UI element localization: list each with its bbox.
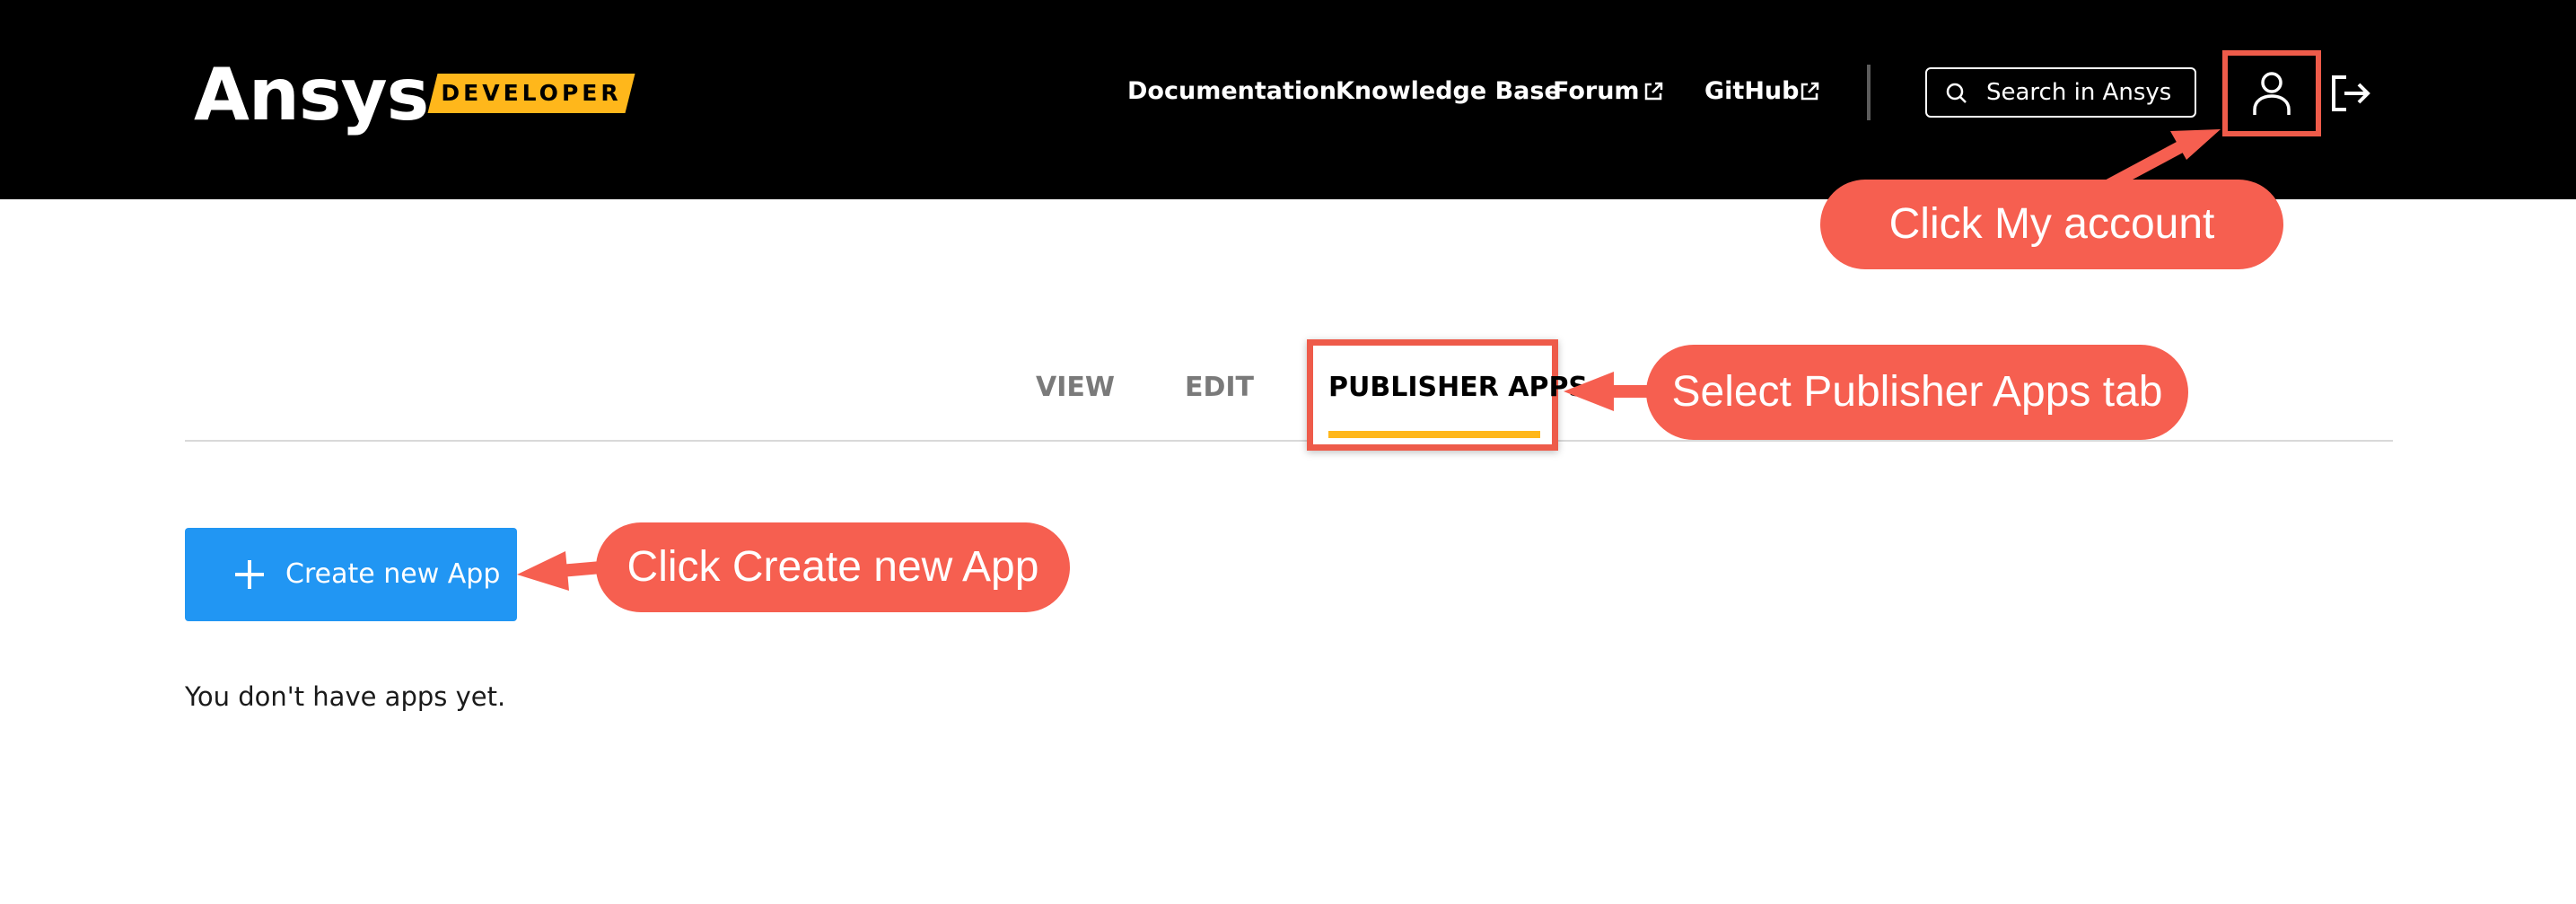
- logo-wordmark: Ansys: [194, 53, 429, 136]
- callout-create-app: Click Create new App: [596, 522, 1070, 612]
- top-header: Ansys DEVELOPER Documentation Knowledge …: [0, 0, 2576, 199]
- external-link-icon: [1801, 82, 1819, 101]
- user-icon: [2253, 72, 2291, 115]
- callout-publisher-tab: Select Publisher Apps tab: [1646, 345, 2188, 440]
- create-new-app-button[interactable]: Create new App: [185, 528, 517, 621]
- empty-state-message: You don't have apps yet.: [185, 681, 506, 712]
- nav-github[interactable]: GitHub: [1704, 74, 1799, 110]
- create-button-label: Create new App: [285, 558, 501, 590]
- callout-my-account: Click My account: [1820, 180, 2283, 269]
- search-icon: [1946, 83, 1967, 103]
- external-link-icon: [1644, 82, 1663, 101]
- nav-knowledge-base[interactable]: Knowledge Base: [1336, 74, 1561, 110]
- page: Ansys DEVELOPER Documentation Knowledge …: [0, 0, 2576, 904]
- nav-documentation[interactable]: Documentation: [1127, 74, 1336, 110]
- tab-publisher-apps[interactable]: PUBLISHER APPS: [1328, 370, 1588, 406]
- plus-icon: [235, 560, 264, 589]
- tab-edit[interactable]: EDIT: [1185, 370, 1254, 406]
- tabs-divider: [185, 440, 2393, 442]
- active-tab-indicator: [1328, 431, 1540, 438]
- tab-view[interactable]: VIEW: [1036, 370, 1115, 406]
- my-account-button[interactable]: [2222, 50, 2321, 136]
- arrow-to-create-button: [517, 551, 602, 591]
- search-input[interactable]: Search in Ansys: [1925, 67, 2196, 118]
- logo-badge: DEVELOPER: [441, 80, 622, 106]
- header-divider: [1867, 65, 1871, 120]
- search-placeholder: Search in Ansys: [1986, 79, 2172, 106]
- nav-forum[interactable]: Forum: [1553, 74, 1640, 110]
- logout-icon[interactable]: [2328, 72, 2371, 115]
